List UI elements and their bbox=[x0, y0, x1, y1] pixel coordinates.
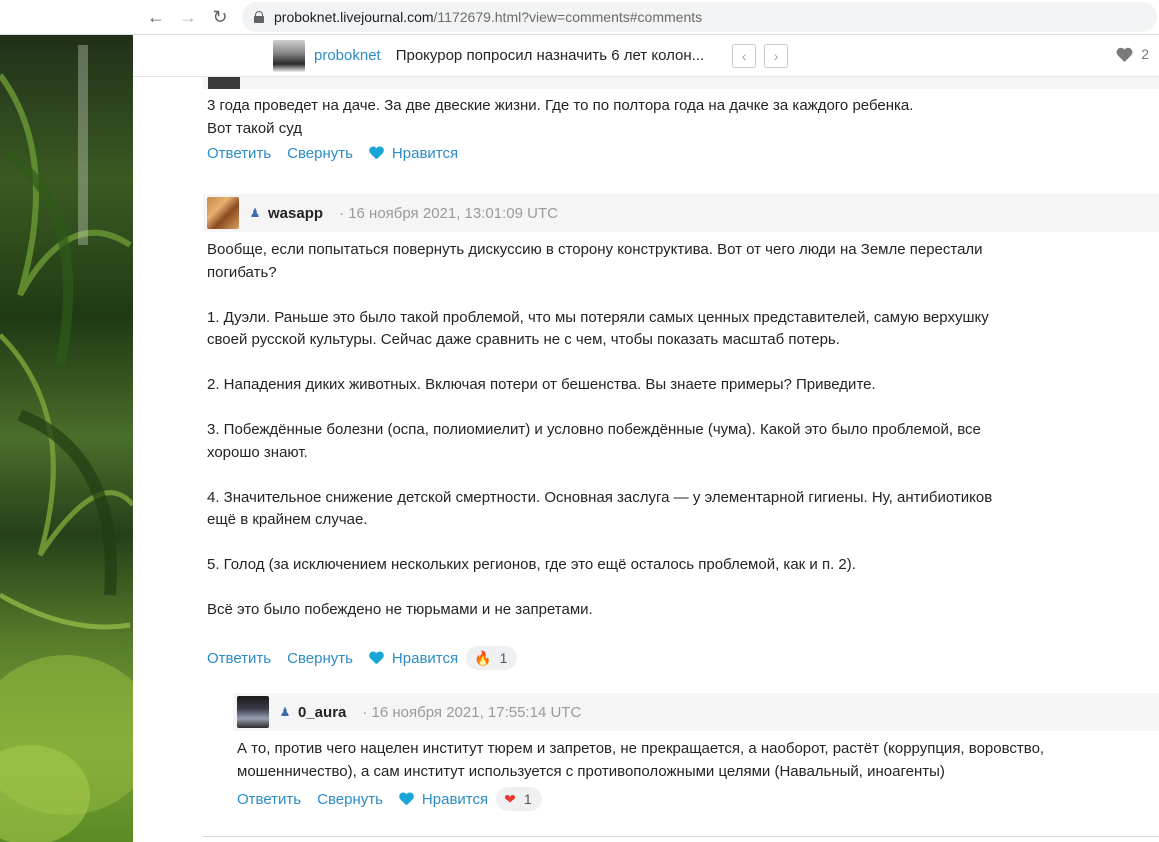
chevron-left-icon[interactable]: ‹ bbox=[732, 43, 757, 68]
post-pager: ‹ › bbox=[732, 43, 789, 68]
avatar[interactable] bbox=[208, 77, 240, 89]
comment-username[interactable]: 0_aura bbox=[298, 704, 346, 721]
comment-username[interactable]: wasapp bbox=[268, 205, 323, 222]
heart-icon bbox=[399, 793, 413, 806]
url-host: proboknet.livejournal.com bbox=[274, 9, 434, 25]
like-link[interactable]: Нравится bbox=[392, 650, 458, 667]
reaction-count: 1 bbox=[499, 650, 508, 666]
collapse-link[interactable]: Свернуть bbox=[287, 145, 353, 162]
comment-header-partial bbox=[203, 77, 1159, 89]
comment-actions: Ответить Свернуть Нравится ❤ 1 bbox=[237, 787, 542, 811]
chevron-right-icon[interactable]: › bbox=[764, 43, 789, 68]
avatar[interactable] bbox=[237, 696, 269, 728]
reply-link[interactable]: Ответить bbox=[207, 145, 271, 162]
comment-text: 3 года проведет на даче. За две двеские … bbox=[207, 97, 914, 137]
heart-icon bbox=[1116, 47, 1133, 62]
like-link[interactable]: Нравится bbox=[392, 145, 458, 162]
author-username-link[interactable]: proboknet bbox=[314, 47, 381, 64]
post-like-count: 2 bbox=[1141, 46, 1149, 62]
reaction-count: 1 bbox=[523, 791, 532, 807]
comment-text: А то, против чего нацелен институт тюрем… bbox=[237, 740, 1045, 780]
author-avatar[interactable] bbox=[273, 39, 305, 72]
sticky-post-header: proboknet Прокурор попросил назначить 6 … bbox=[133, 35, 1159, 77]
heart-icon bbox=[369, 652, 383, 665]
address-bar[interactable]: proboknet.livejournal.com/1172679.html?v… bbox=[242, 2, 1157, 32]
comment-header: ♟ 0_aura · 16 ноября 2021, 17:55:14 UTC bbox=[233, 693, 1159, 731]
post-likes[interactable]: 2 bbox=[1116, 46, 1149, 62]
reaction-badge[interactable]: 🔥 1 bbox=[466, 646, 518, 670]
like-link[interactable]: Нравится bbox=[422, 791, 488, 808]
comment-actions: Ответить Свернуть Нравится 🔥 1 bbox=[207, 646, 518, 670]
divider bbox=[203, 836, 1159, 837]
browser-toolbar: ← → ↻ proboknet.livejournal.com/1172679.… bbox=[0, 0, 1159, 35]
comment-text: Вообще, если попытаться повернуть дискус… bbox=[207, 241, 993, 618]
collapse-link[interactable]: Свернуть bbox=[287, 650, 353, 667]
background-wallpaper bbox=[0, 35, 133, 842]
comment-actions: Ответить Свернуть Нравится bbox=[207, 145, 474, 162]
reply-link[interactable]: Ответить bbox=[237, 791, 301, 808]
reply-link[interactable]: Ответить bbox=[207, 650, 271, 667]
user-icon[interactable]: ♟ bbox=[278, 705, 292, 720]
reaction-badge[interactable]: ❤ 1 bbox=[496, 787, 542, 811]
fire-icon: 🔥 bbox=[474, 649, 492, 666]
comment-date[interactable]: · 16 ноября 2021, 17:55:14 UTC bbox=[362, 704, 581, 721]
lock-icon bbox=[254, 11, 264, 23]
comment-header: ♟ wasapp · 16 ноября 2021, 13:01:09 UTC bbox=[203, 194, 1159, 232]
reload-icon[interactable]: ↻ bbox=[204, 1, 236, 33]
back-arrow-icon[interactable]: ← bbox=[140, 1, 172, 33]
user-icon[interactable]: ♟ bbox=[248, 206, 262, 221]
forward-arrow-icon[interactable]: → bbox=[172, 1, 204, 33]
collapse-link[interactable]: Свернуть bbox=[317, 791, 383, 808]
heart-icon bbox=[369, 147, 383, 160]
comment-date[interactable]: · 16 ноября 2021, 13:01:09 UTC bbox=[339, 205, 558, 222]
post-title[interactable]: Прокурор попросил назначить 6 лет колон.… bbox=[396, 47, 704, 64]
avatar[interactable] bbox=[207, 197, 239, 229]
url-path: /1172679.html?view=comments#comments bbox=[433, 9, 703, 25]
red-heart-icon: ❤ bbox=[504, 790, 516, 807]
